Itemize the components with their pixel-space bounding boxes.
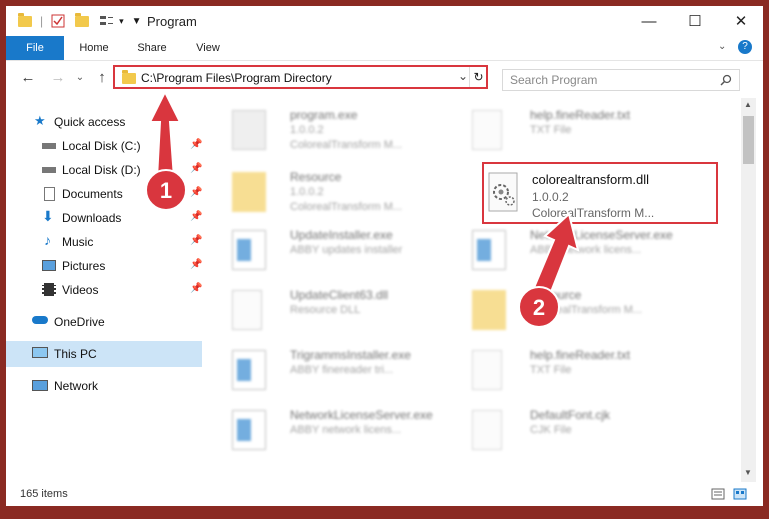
annotation-overlay: 1 2: [145, 89, 580, 328]
arrow-2: [531, 212, 580, 299]
annotation-label-2: 2: [533, 295, 545, 320]
arrow-1: [148, 89, 182, 179]
annotation-label-1: 1: [160, 178, 172, 203]
